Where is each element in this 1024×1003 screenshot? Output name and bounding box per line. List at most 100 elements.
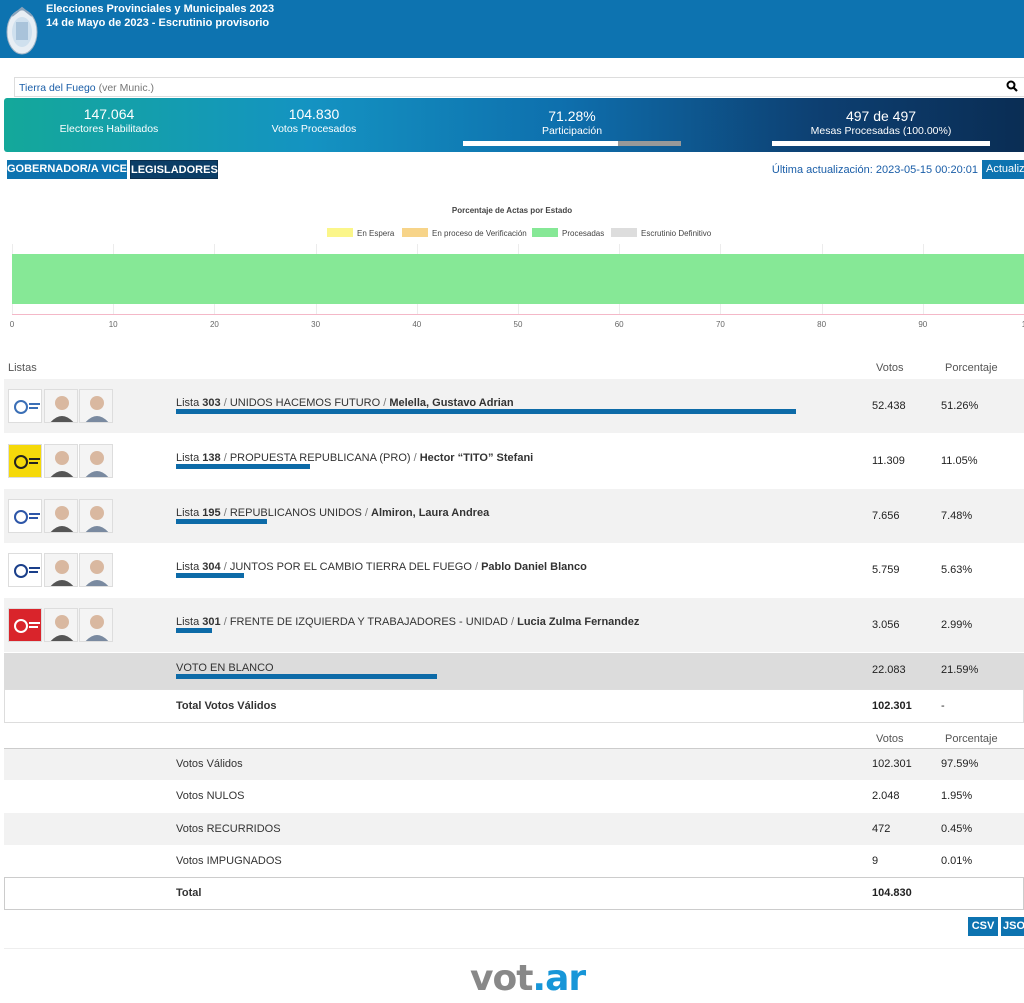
votar-logo: vot.ar: [470, 958, 586, 999]
legend-item[interactable]: En Espera: [327, 228, 394, 238]
search-icon[interactable]: [1006, 80, 1018, 94]
lista-number: 195: [202, 507, 221, 519]
lista-word: Lista: [176, 397, 203, 409]
percentage-value: 5.63%: [941, 564, 973, 576]
summary-label: Votos NULOS: [176, 790, 245, 802]
table-row: [4, 379, 1024, 433]
votes-value: 102.301: [872, 758, 912, 770]
separator: /: [507, 616, 518, 628]
percentage-value: 51.26%: [941, 400, 979, 412]
legend-item[interactable]: En proceso de Verificación: [402, 228, 527, 238]
party-images: [4, 553, 114, 587]
legend-swatch: [402, 228, 428, 237]
separator: /: [220, 397, 230, 409]
summary-row: [4, 845, 1024, 877]
stats-banner: 147.064 Electores Habilitados 104.830 Vo…: [4, 98, 1024, 152]
top-header: Elecciones Provinciales y Municipales 20…: [0, 0, 1024, 58]
lista-word: Lista: [176, 507, 203, 519]
x-axis-line: [12, 314, 1024, 315]
participacion-value: 71.28%: [548, 108, 596, 124]
separator: /: [220, 452, 230, 464]
votes-value: 7.656: [872, 510, 900, 522]
x-tick-label: 60: [614, 320, 624, 329]
party-logo-icon: [8, 499, 42, 533]
tab-gobernador[interactable]: GOBERNADOR/A VICE: [7, 160, 127, 179]
stat-mesas: 497 de 497 Mesas Procesadas (100.00%): [772, 108, 990, 138]
csv-download-button[interactable]: CSV: [968, 917, 998, 936]
json-download-button[interactable]: JSO: [1001, 917, 1024, 936]
footer-divider: [4, 948, 1024, 949]
votes-value: 22.083: [872, 664, 906, 676]
percentage-value: 97.59%: [941, 758, 979, 770]
lista-number: 304: [202, 561, 221, 573]
summary-col-votos-header: Votos: [876, 733, 904, 745]
x-tick-label: 20: [209, 320, 219, 329]
update-button[interactable]: Actualiz: [982, 160, 1024, 179]
region-municipios-link[interactable]: (ver Munic.): [99, 82, 154, 94]
votes-value: 5.759: [872, 564, 900, 576]
separator: /: [410, 452, 420, 464]
summary-total-label: Total: [176, 887, 202, 899]
party-name: REPUBLICANOS UNIDOS: [229, 507, 362, 519]
legend-label: Escrutinio Definitivo: [641, 229, 712, 238]
candidate-name: Almiron, Laura Andrea: [371, 507, 490, 519]
mesas-value: 497 de 497: [845, 108, 917, 124]
lista-number: 138: [202, 452, 221, 464]
legend-swatch: [532, 228, 558, 237]
summary-row: [4, 748, 1024, 780]
votes-value: 104.830: [872, 887, 912, 899]
blanco-label: VOTO EN BLANCO: [176, 662, 274, 674]
lista-word: Lista: [176, 616, 203, 628]
x-tick-label: 10: [108, 320, 118, 329]
candidate-name: Pablo Daniel Blanco: [481, 561, 587, 573]
votos-procesados-label: Votos Procesados: [271, 123, 357, 135]
party-name: PROPUESTA REPUBLICANA (PRO): [229, 452, 411, 464]
legend-item[interactable]: Procesadas: [532, 228, 604, 238]
vote-share-bar: [176, 674, 438, 679]
chart-bar-procesadas[interactable]: [12, 254, 1024, 304]
tab-legisladores[interactable]: LEGISLADORES: [130, 160, 218, 179]
summary-row: [4, 813, 1024, 845]
lista-word: Lista: [176, 561, 203, 573]
party-label[interactable]: Lista 195 / REPUBLICANOS UNIDOS / Almiro…: [176, 507, 489, 519]
x-tick-label: 50: [513, 320, 523, 329]
vote-share-bar: [176, 409, 797, 414]
votos-procesados-value: 104.830: [288, 106, 340, 122]
candidate-photo-icon: [79, 553, 113, 587]
legend-label: Procesadas: [562, 229, 605, 238]
candidate-photo-icon: [44, 553, 78, 587]
header-line-2: 14 de Mayo de 2023 - Escrutinio provisor…: [46, 17, 270, 29]
vote-share-bar: [176, 628, 213, 633]
percentage-value: 7.48%: [941, 510, 973, 522]
region-search-input[interactable]: Tierra del Fuego (ver Munic.): [14, 77, 1024, 97]
candidate-name: Lucia Zulma Fernandez: [517, 616, 640, 628]
party-label[interactable]: Lista 301 / FRENTE DE IZQUIERDA Y TRABAJ…: [176, 616, 639, 628]
x-tick-label: 90: [918, 320, 928, 329]
party-name: FRENTE DE IZQUIERDA Y TRABAJADORES - UNI…: [229, 616, 508, 628]
party-logo-icon: [8, 444, 42, 478]
party-label[interactable]: Lista 304 / JUNTOS POR EL CAMBIO TIERRA …: [176, 561, 587, 573]
separator: /: [220, 507, 230, 519]
legend-swatch: [327, 228, 353, 237]
party-name: UNIDOS HACEMOS FUTURO: [229, 397, 381, 409]
lista-number: 303: [202, 397, 221, 409]
separator: /: [471, 561, 482, 573]
percentage-value: 0.45%: [941, 823, 973, 835]
party-images: [4, 444, 114, 478]
legend-swatch: [611, 228, 637, 237]
party-label[interactable]: Lista 303 / UNIDOS HACEMOS FUTURO / Mele…: [176, 397, 514, 409]
candidate-photo-icon: [44, 499, 78, 533]
votes-value: 52.438: [872, 400, 906, 412]
participacion-progress-fill: [463, 141, 619, 146]
separator: /: [220, 561, 230, 573]
votes-value: 2.048: [872, 790, 900, 802]
mesas-label: Mesas Procesadas (100.00%): [810, 125, 952, 137]
party-name: JUNTOS POR EL CAMBIO TIERRA DEL FUEGO: [229, 561, 472, 573]
party-logo-icon: [8, 389, 42, 423]
party-logo-icon: [8, 553, 42, 587]
votes-value: 9: [872, 855, 879, 867]
last-update-text: Última actualización: 2023-05-15 00:20:0…: [771, 164, 978, 176]
legend-item[interactable]: Escrutinio Definitivo: [611, 228, 711, 238]
provincial-seal-icon: [6, 6, 38, 55]
party-label[interactable]: Lista 138 / PROPUESTA REPUBLICANA (PRO) …: [176, 452, 533, 464]
